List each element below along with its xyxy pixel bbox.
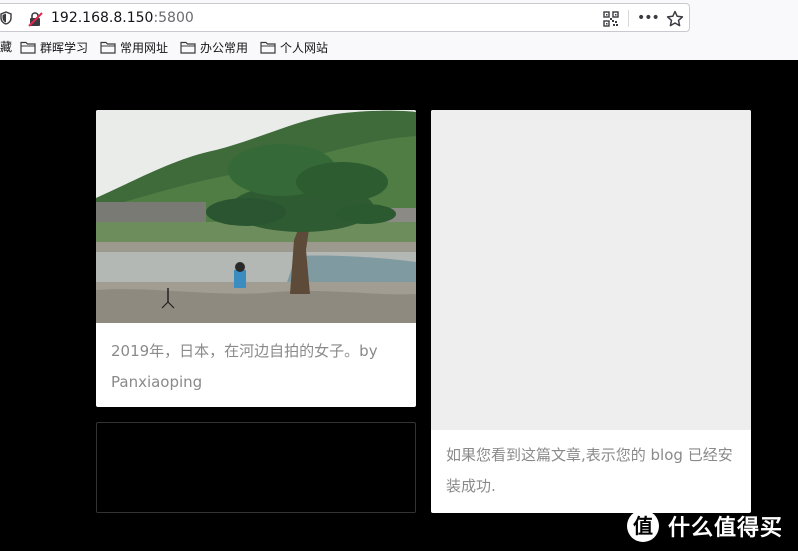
smzdm-logo-icon: 值 [627,510,659,542]
browser-chrome: 192.168.8.150:5800 ••• 藏 群晖学习 常用网址 办公常用 … [0,0,798,60]
folder-icon [20,41,36,54]
url-port: :5800 [153,10,194,26]
insecure-lock-icon[interactable] [27,11,43,27]
star-icon[interactable] [666,10,684,28]
folder-icon [260,41,276,54]
bookmark-label: 常用网址 [120,40,169,55]
bookmark-folder-common-sites[interactable]: 常用网址 [100,39,168,55]
shield-icon[interactable] [0,11,12,25]
post-card-welcome[interactable]: 如果您看到这篇文章,表示您的 blog 已经安装成功. [431,110,751,513]
bookmarks-toolbar: 藏 群晖学习 常用网址 办公常用 个人网站 [0,36,798,58]
url-host: 192.168.8.150 [51,10,154,26]
bookmark-label: 办公常用 [200,40,249,55]
qr-code-icon[interactable] [603,11,619,27]
bookmark-label: 群晖学习 [40,40,89,55]
url-text[interactable]: 192.168.8.150:5800 [51,9,194,27]
watermark-text: 什么值得买 [668,516,784,541]
toolbar-separator [628,10,629,27]
svg-text:值: 值 [633,514,653,538]
watermark: 值 什么值得买 [626,509,798,543]
post-photo-tree-by-river[interactable] [96,110,416,323]
bookmark-folder-personal-site[interactable]: 个人网站 [260,39,328,55]
image-placeholder[interactable] [431,110,751,430]
bookmark-truncated-label[interactable]: 藏 [0,40,12,54]
bookmark-folder-office[interactable]: 办公常用 [180,39,248,55]
bookmark-label: 个人网站 [280,40,329,55]
address-bar[interactable]: 192.168.8.150:5800 ••• [0,3,690,32]
post-caption[interactable]: 2019年，日本，在河边自拍的女子。by Panxiaoping [111,336,403,398]
post-caption[interactable]: 如果您看到这篇文章,表示您的 blog 已经安装成功. [446,440,742,502]
bookmark-folder-group-learning[interactable]: 群晖学习 [20,39,88,55]
more-icon[interactable]: ••• [637,9,660,27]
folder-icon [180,41,196,54]
post-card-empty[interactable] [96,422,416,513]
post-card-photo[interactable]: 2019年，日本，在河边自拍的女子。by Panxiaoping [96,110,416,407]
folder-icon [100,41,116,54]
